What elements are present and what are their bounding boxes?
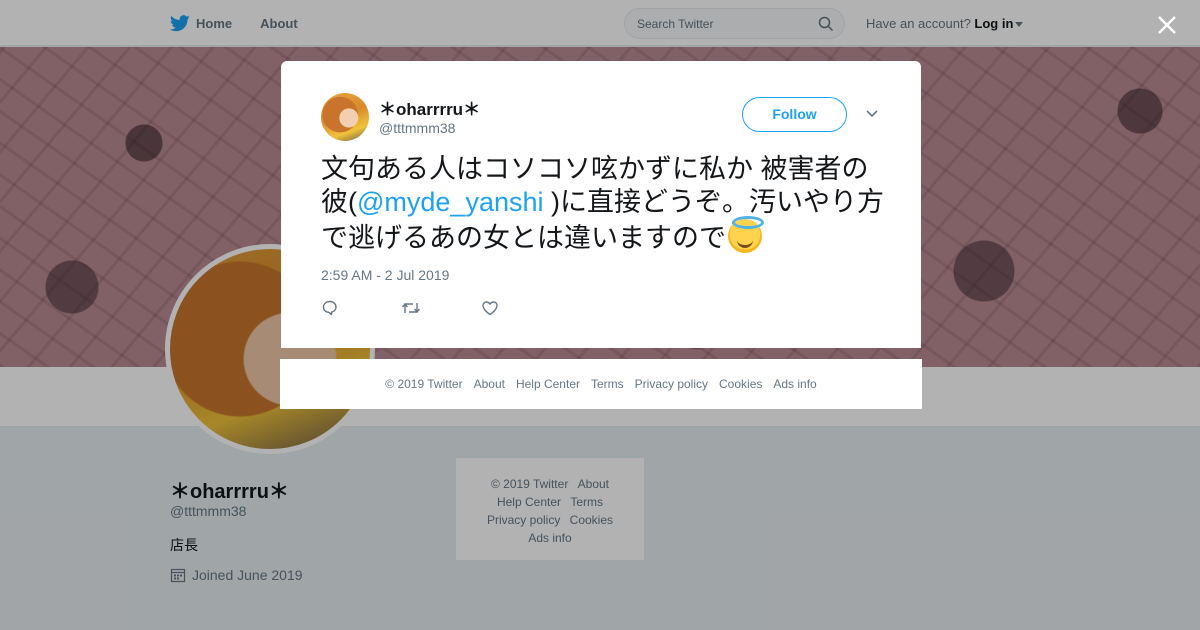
reply-icon [322, 300, 337, 316]
tweet-modal: ＊oharrrru＊ @tttmmm38 Follow 文句ある人はコソコソ呟か… [281, 61, 921, 348]
modal-footer: © 2019 Twitter About Help Center Terms P… [280, 359, 922, 409]
smiling-face-with-halo-icon [728, 216, 764, 253]
tweet-author-handle[interactable]: @tttmmm38 [379, 120, 455, 136]
like-button[interactable] [481, 299, 561, 319]
footer-copyright: © 2019 Twitter [385, 377, 463, 391]
footer-ads-info[interactable]: Ads info [773, 377, 816, 391]
footer-terms[interactable]: Terms [591, 377, 624, 391]
tweet-timestamp[interactable]: 2:59 AM - 2 Jul 2019 [321, 267, 449, 283]
footer-help-center[interactable]: Help Center [516, 377, 580, 391]
tweet-author-name[interactable]: ＊oharrrru＊ [379, 95, 480, 120]
retweet-button[interactable] [401, 299, 481, 319]
footer-cookies[interactable]: Cookies [719, 377, 762, 391]
tweet-actions [321, 299, 561, 319]
follow-button[interactable]: Follow [742, 97, 847, 132]
footer-privacy[interactable]: Privacy policy [635, 377, 708, 391]
close-icon[interactable] [1156, 14, 1178, 36]
footer-about[interactable]: About [474, 377, 505, 391]
avatar[interactable] [321, 93, 369, 141]
chevron-down-icon[interactable] [865, 109, 879, 119]
tweet-text: 文句ある人はコソコソ呟かずに私か 被害者の彼(@myde_yanshi )に直接… [321, 153, 886, 255]
reply-button[interactable] [321, 299, 401, 319]
retweet-icon [401, 303, 421, 313]
mention-link[interactable]: @myde_yanshi [357, 187, 544, 217]
heart-icon [482, 301, 498, 316]
